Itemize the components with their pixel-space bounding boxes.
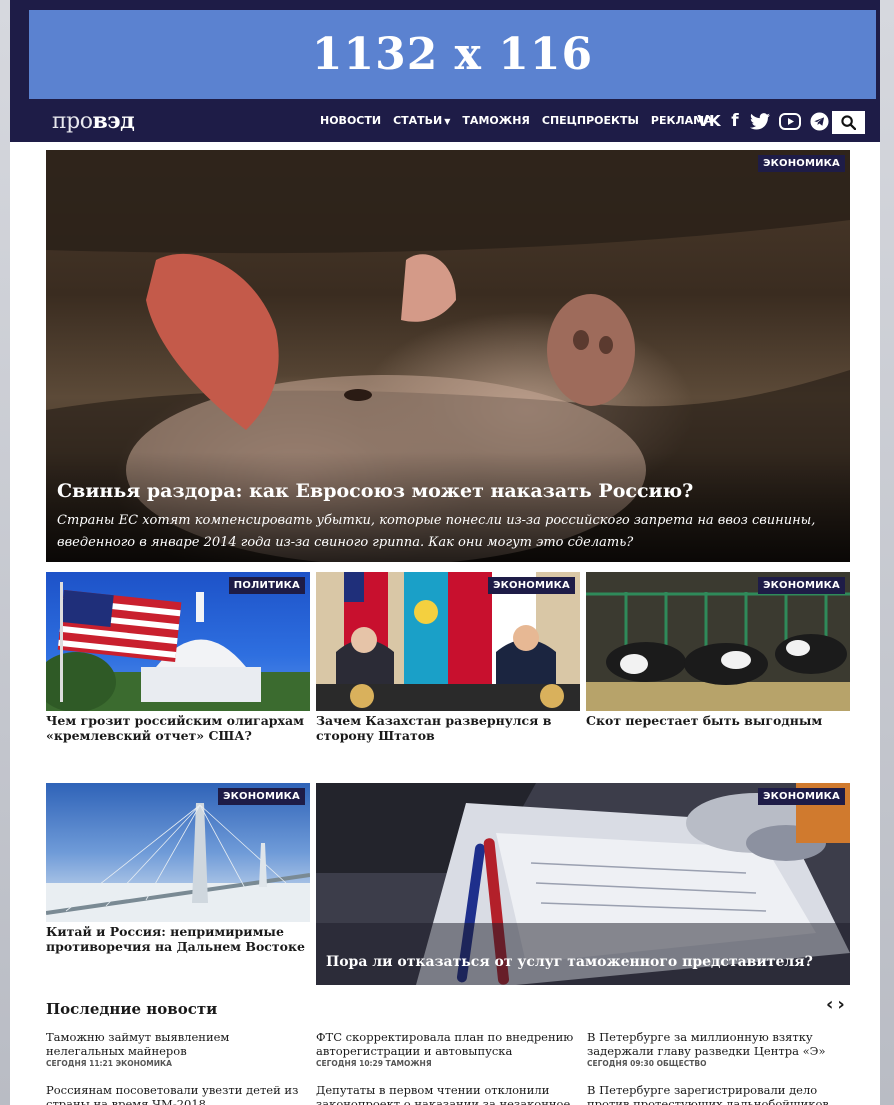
hero-article-card[interactable]: ЭКОНОМИКА Свинья раздора: как Евросоюз м…	[46, 150, 850, 562]
caret-down-icon: ▼	[444, 117, 451, 126]
news-title[interactable]: В Петербурге за миллионную взятку задерж…	[587, 1030, 849, 1058]
article-card[interactable]: ЭКОНОМИКА Китай и Россия: непримиримые п…	[46, 783, 310, 958]
latest-news-pager: ‹ ›	[826, 994, 845, 1015]
news-title[interactable]: Россиянам посоветовали увезти детей из с…	[46, 1083, 308, 1105]
nav-item-special-projects[interactable]: СПЕЦПРОЕКТЫ	[542, 114, 639, 127]
news-item[interactable]: Россиянам посоветовали увезти детей из с…	[46, 1083, 308, 1105]
hero-lead: Страны ЕС хотят компенсировать убытки, к…	[57, 513, 816, 550]
article-image: ЭКОНОМИКА	[316, 572, 580, 711]
news-meta: СЕГОДНЯ 11:21 ЭКОНОМИКА	[46, 1059, 172, 1068]
category-badge[interactable]: ЭКОНОМИКА	[488, 577, 575, 594]
site-logo[interactable]: провэд	[52, 108, 135, 134]
nav-item-articles[interactable]: СТАТЬИ ▼	[393, 114, 450, 127]
news-meta: СЕГОДНЯ 09:30 ОБЩЕСТВО	[587, 1059, 707, 1068]
article-title[interactable]: Китай и Россия: непримиримые противоречи…	[46, 924, 308, 954]
article-title[interactable]: Зачем Казахстан развернулся в сторону Шт…	[316, 713, 578, 743]
news-title[interactable]: Депутаты в первом чтении отклонили закон…	[316, 1083, 578, 1105]
article-title[interactable]: Пора ли отказаться от услуг таможенного …	[326, 954, 813, 970]
article-image: ПОЛИТИКА	[46, 572, 310, 711]
nav-item-news[interactable]: НОВОСТИ	[320, 114, 381, 127]
article-image: ЭКОНОМИКА	[46, 783, 310, 922]
category-badge[interactable]: ЭКОНОМИКА	[758, 577, 845, 594]
nav-item-customs[interactable]: ТАМОЖНЯ	[462, 114, 529, 127]
twitter-icon[interactable]	[749, 111, 771, 131]
nav-menu: НОВОСТИ СТАТЬИ ▼ ТАМОЖНЯ СПЕЦПРОЕКТЫ РЕКЛ…	[320, 114, 713, 127]
category-badge[interactable]: ЭКОНОМИКА	[758, 155, 845, 172]
chevron-right-icon[interactable]: ›	[837, 994, 844, 1015]
window-frame-left	[0, 0, 10, 1105]
vk-icon[interactable]: VK	[697, 111, 721, 131]
news-meta: СЕГОДНЯ 10:29 ТАМОЖНЯ	[316, 1059, 432, 1068]
nav-item-articles-label: СТАТЬИ	[393, 114, 443, 127]
news-title[interactable]: Таможню займут выявлением нелегальных ма…	[46, 1030, 308, 1058]
article-title[interactable]: Скот перестает быть выгодным	[586, 713, 848, 728]
hero-title[interactable]: Свинья раздора: как Евросоюз может наказ…	[57, 480, 693, 502]
logo-bold-part: вэд	[92, 108, 135, 134]
telegram-icon[interactable]	[809, 111, 829, 131]
news-item[interactable]: ФТС скорректировала план по внедрению ав…	[316, 1030, 578, 1068]
youtube-icon[interactable]	[779, 111, 801, 131]
facebook-icon[interactable]: f	[729, 111, 741, 131]
news-item[interactable]: В Петербурге за миллионную взятку задерж…	[587, 1030, 849, 1068]
latest-news-heading: Последние новости	[46, 1000, 218, 1018]
ad-banner-label: 1132 x 116	[311, 29, 594, 80]
social-links: VK f	[697, 111, 829, 131]
article-card[interactable]: ЭКОНОМИКА Скот перестает быть выгодным	[586, 572, 850, 747]
article-card-large[interactable]: ЭКОНОМИКА Пора ли отказаться от услуг та…	[316, 783, 850, 985]
news-item[interactable]: Таможню займут выявлением нелегальных ма…	[46, 1030, 308, 1068]
page: 1132 x 116 провэд НОВОСТИ СТАТЬИ ▼ ТАМОЖН…	[10, 0, 880, 1105]
header-banner-area: 1132 x 116	[10, 0, 880, 100]
window-frame-right	[880, 0, 894, 1105]
main-navigation: провэд НОВОСТИ СТАТЬИ ▼ ТАМОЖНЯ СПЕЦПРОЕК…	[10, 100, 880, 142]
chevron-left-icon[interactable]: ‹	[826, 994, 833, 1015]
search-icon	[841, 115, 856, 130]
news-item[interactable]: В Петербурге зарегистрировали дело проти…	[587, 1083, 849, 1105]
category-badge[interactable]: ЭКОНОМИКА	[218, 788, 305, 805]
news-item[interactable]: Депутаты в первом чтении отклонили закон…	[316, 1083, 578, 1105]
category-badge[interactable]: ЭКОНОМИКА	[758, 788, 845, 805]
search-button[interactable]	[832, 111, 865, 134]
article-card[interactable]: ЭКОНОМИКА Зачем Казахстан развернулся в …	[316, 572, 580, 747]
article-image: ЭКОНОМИКА	[586, 572, 850, 711]
logo-light-part: про	[52, 109, 93, 134]
article-title[interactable]: Чем грозит российским олигархам «кремлев…	[46, 713, 308, 743]
ad-banner[interactable]: 1132 x 116	[29, 10, 876, 99]
category-badge[interactable]: ПОЛИТИКА	[228, 577, 305, 594]
news-title[interactable]: В Петербурге зарегистрировали дело проти…	[587, 1083, 849, 1105]
article-card[interactable]: ПОЛИТИКА Чем грозит российским олигархам…	[46, 572, 310, 747]
news-title[interactable]: ФТС скорректировала план по внедрению ав…	[316, 1030, 578, 1058]
